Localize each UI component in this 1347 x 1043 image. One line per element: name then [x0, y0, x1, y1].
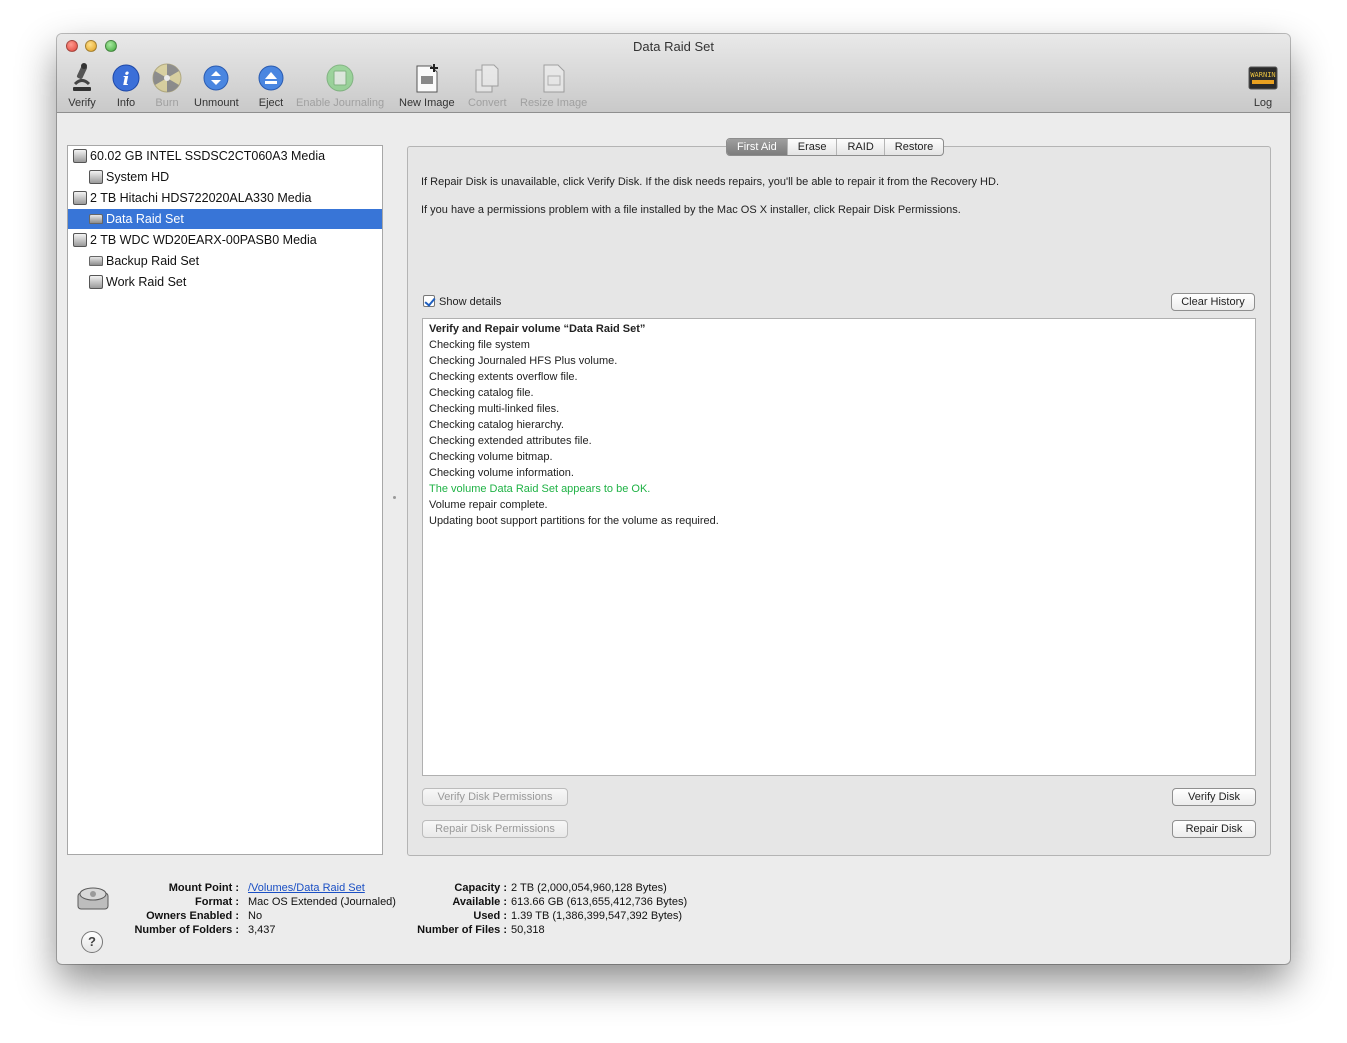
log-toolbar-button[interactable]: WARNIN Log — [1248, 62, 1278, 109]
console-log-icon: WARNIN — [1248, 62, 1278, 94]
disk-utility-window: Data Raid Set Verify i Info Burn Unmount… — [57, 34, 1290, 964]
verify-disk-permissions-button[interactable]: Verify Disk Permissions — [422, 788, 568, 806]
log-line: Checking catalog file. — [429, 387, 534, 399]
burn-disc-icon — [152, 62, 182, 94]
new-image-toolbar-button[interactable]: New Image — [399, 62, 455, 109]
burn-toolbar-button[interactable]: Burn — [152, 62, 182, 109]
number-of-files-label: Number of Files : — [417, 924, 507, 936]
available-label: Available : — [452, 896, 507, 908]
log-line: Verify and Repair volume “Data Raid Set” — [429, 323, 646, 335]
volume-item-backup-raid-set[interactable]: Backup Raid Set — [68, 251, 382, 271]
tab-first-aid[interactable]: First Aid — [727, 139, 787, 155]
volume-icon — [89, 214, 103, 224]
microscope-icon — [67, 62, 97, 94]
window-title: Data Raid Set — [633, 39, 714, 54]
unmount-icon — [201, 62, 231, 94]
log-line: Checking volume bitmap. — [429, 451, 553, 463]
svg-text:WARNIN: WARNIN — [1250, 71, 1275, 79]
log-line: Checking Journaled HFS Plus volume. — [429, 355, 618, 367]
tab-restore[interactable]: Restore — [883, 139, 944, 155]
format-label: Format : — [195, 896, 239, 908]
available-value: 613.66 GB (613,655,412,736 Bytes) — [511, 896, 688, 908]
convert-icon — [472, 62, 502, 94]
log-line: Checking file system — [429, 339, 530, 351]
log-line: Checking multi-linked files. — [429, 403, 560, 415]
journaling-icon — [325, 62, 355, 94]
split-view-handle[interactable] — [393, 496, 396, 499]
log-line: Updating boot support partitions for the… — [429, 515, 719, 527]
used-value: 1.39 TB (1,386,399,547,392 Bytes) — [511, 910, 683, 922]
tab-bar: First Aid Erase RAID Restore — [726, 138, 945, 156]
disk-item-hitachi[interactable]: 2 TB Hitachi HDS722020ALA330 Media — [68, 188, 382, 208]
eject-icon — [256, 62, 286, 94]
unmount-toolbar-button[interactable]: Unmount — [194, 62, 239, 109]
repair-log[interactable]: Verify and Repair volume “Data Raid Set”… — [422, 318, 1256, 776]
capacity-label: Capacity : — [454, 882, 507, 894]
log-line: Checking volume information. — [429, 467, 574, 479]
mount-point-label: Mount Point : — [168, 882, 239, 894]
repair-info-text: If Repair Disk is unavailable, click Ver… — [421, 176, 999, 188]
verify-disk-button[interactable]: Verify Disk — [1172, 788, 1256, 806]
info-toolbar-button[interactable]: i Info — [111, 62, 141, 109]
show-details-checkbox[interactable] — [423, 295, 435, 307]
repair-disk-button[interactable]: Repair Disk — [1172, 820, 1256, 838]
hard-disk-icon — [89, 275, 103, 289]
disk-item-wdc[interactable]: 2 TB WDC WD20EARX-00PASB0 Media — [68, 230, 382, 250]
eject-toolbar-button[interactable]: Eject — [256, 62, 286, 109]
log-line: Checking catalog hierarchy. — [429, 419, 564, 431]
svg-text:i: i — [123, 69, 130, 90]
hard-disk-icon — [73, 191, 87, 205]
convert-toolbar-button[interactable]: Convert — [468, 62, 507, 109]
disk-item-intel[interactable]: 60.02 GB INTEL SSDSC2CT060A3 Media — [68, 146, 382, 166]
number-of-folders-value: 3,437 — [248, 924, 276, 936]
mount-point-link[interactable]: /Volumes/Data Raid Set — [248, 882, 365, 894]
clear-history-button[interactable]: Clear History — [1171, 293, 1255, 311]
number-of-files-value: 50,318 — [511, 924, 545, 936]
hard-disk-icon — [89, 170, 103, 184]
volume-item-system-hd[interactable]: System HD — [68, 167, 382, 187]
log-line: Volume repair complete. — [429, 499, 548, 511]
verify-toolbar-button[interactable]: Verify — [67, 62, 97, 109]
log-line-ok: The volume Data Raid Set appears to be O… — [429, 483, 651, 495]
toolbar: Data Raid Set Verify i Info Burn Unmount… — [57, 34, 1290, 113]
hard-disk-icon — [73, 149, 87, 163]
owners-enabled-label: Owners Enabled : — [146, 910, 239, 922]
disk-list[interactable]: 60.02 GB INTEL SSDSC2CT060A3 Media Syste… — [67, 145, 383, 855]
owners-enabled-value: No — [248, 910, 263, 922]
volume-item-work-raid-set[interactable]: Work Raid Set — [68, 272, 382, 292]
resize-image-toolbar-button[interactable]: Resize Image — [520, 62, 587, 109]
show-details-label: Show details — [439, 296, 502, 308]
permissions-info-text: If you have a permissions problem with a… — [421, 204, 961, 216]
capacity-value: 2 TB (2,000,054,960,128 Bytes) — [511, 882, 667, 894]
volume-info-icon — [77, 885, 109, 911]
help-button[interactable]: ? — [81, 931, 103, 953]
log-line: Checking extents overflow file. — [429, 371, 578, 383]
tab-erase[interactable]: Erase — [786, 139, 837, 155]
volume-icon — [89, 256, 103, 266]
volume-item-data-raid-set[interactable]: Data Raid Set — [68, 209, 382, 229]
resize-image-icon — [539, 62, 569, 94]
hard-disk-icon — [73, 233, 87, 247]
number-of-folders-label: Number of Folders : — [134, 924, 239, 936]
log-line: Checking extended attributes file. — [429, 435, 592, 447]
new-image-icon — [412, 62, 442, 94]
repair-disk-permissions-button[interactable]: Repair Disk Permissions — [422, 820, 568, 838]
enable-journaling-toolbar-button[interactable]: Enable Journaling — [296, 62, 384, 109]
info-icon: i — [111, 62, 141, 94]
used-label: Used : — [473, 910, 507, 922]
tab-raid[interactable]: RAID — [836, 139, 883, 155]
format-value: Mac OS Extended (Journaled) — [248, 896, 396, 908]
